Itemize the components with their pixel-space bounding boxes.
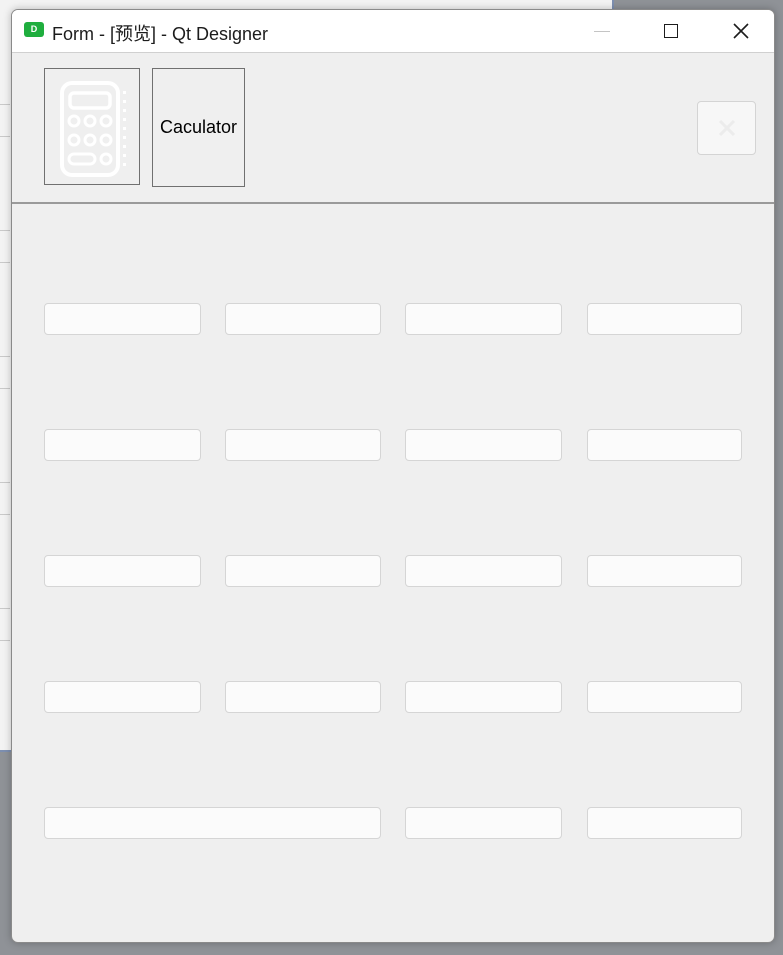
keypad-button-wide[interactable] xyxy=(44,807,381,839)
window-title: Form - [预览] - Qt Designer xyxy=(52,24,269,44)
keypad-button[interactable] xyxy=(225,429,381,461)
qt-designer-app-icon: D xyxy=(24,22,44,37)
keypad-button[interactable] xyxy=(225,681,381,713)
keypad-button[interactable] xyxy=(225,555,381,587)
keypad xyxy=(12,205,774,942)
keypad-button[interactable] xyxy=(44,429,201,461)
keypad-button[interactable] xyxy=(587,555,742,587)
keypad-button[interactable] xyxy=(405,555,562,587)
keypad-button[interactable] xyxy=(587,681,742,713)
preview-window: D Form - [预览] - Qt Designer Caculator xyxy=(11,9,775,943)
background-line xyxy=(0,356,10,357)
keypad-button[interactable] xyxy=(405,429,562,461)
calculator-icon xyxy=(60,81,126,177)
close-icon xyxy=(733,23,749,39)
background-line xyxy=(0,230,10,231)
keypad-button[interactable] xyxy=(405,303,562,335)
background-line xyxy=(0,262,10,263)
keypad-button[interactable] xyxy=(44,303,201,335)
keypad-button[interactable] xyxy=(405,807,562,839)
background-line xyxy=(0,640,10,641)
caption-label: Caculator xyxy=(152,68,245,187)
keypad-button[interactable] xyxy=(587,807,742,839)
keypad-button[interactable] xyxy=(44,681,201,713)
close-app-button[interactable] xyxy=(697,101,756,155)
background-line xyxy=(0,608,10,609)
keypad-button[interactable] xyxy=(405,681,562,713)
background-line xyxy=(0,388,10,389)
maximize-button[interactable] xyxy=(636,10,706,52)
close-window-button[interactable] xyxy=(706,10,774,52)
keypad-button[interactable] xyxy=(44,555,201,587)
minimize-icon xyxy=(594,30,610,32)
maximize-icon xyxy=(664,24,678,38)
background-line xyxy=(0,136,10,137)
background-line xyxy=(0,104,10,105)
keypad-button[interactable] xyxy=(587,303,742,335)
logo-label xyxy=(44,68,140,185)
background-line xyxy=(0,514,10,515)
keypad-button[interactable] xyxy=(225,303,381,335)
keypad-button[interactable] xyxy=(587,429,742,461)
title-bar[interactable]: D Form - [预览] - Qt Designer xyxy=(12,10,774,53)
background-line xyxy=(0,482,10,483)
header-panel: Caculator xyxy=(12,53,774,204)
minimize-button[interactable] xyxy=(567,10,637,52)
close-icon xyxy=(718,119,735,137)
